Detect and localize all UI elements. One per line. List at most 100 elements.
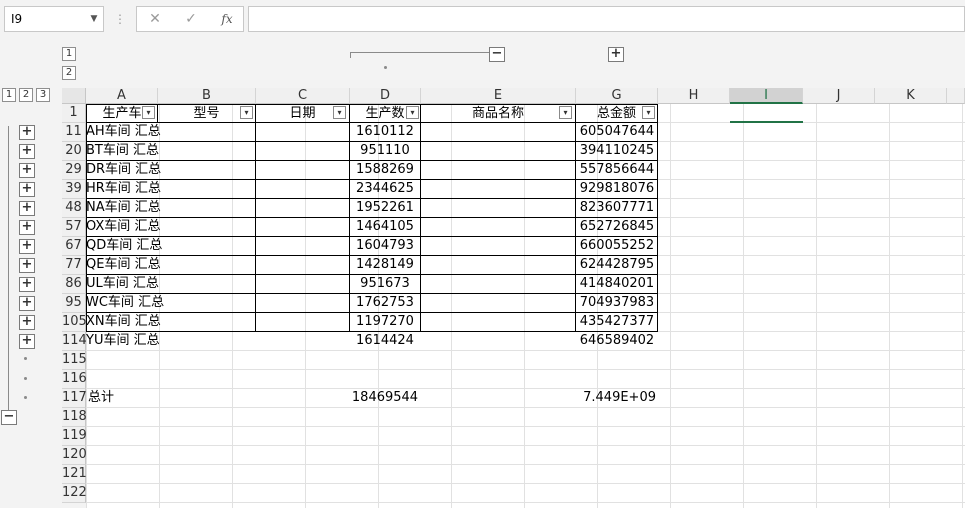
- row-header[interactable]: 67: [62, 237, 86, 256]
- enter-icon[interactable]: ✓: [179, 7, 203, 31]
- table-cell[interactable]: 1762753: [350, 294, 420, 313]
- active-cell-i9[interactable]: [730, 104, 803, 123]
- row-header[interactable]: 48: [62, 199, 86, 218]
- table-cell[interactable]: 1464105: [350, 218, 420, 237]
- table-row[interactable]: NA车间 汇总: [86, 199, 168, 218]
- row-header[interactable]: 115: [62, 351, 87, 370]
- column-header-c[interactable]: C: [256, 88, 350, 104]
- table-row[interactable]: WC车间 汇总: [86, 294, 168, 313]
- row-outline-level-1[interactable]: 1: [2, 88, 16, 102]
- column-header-b[interactable]: B: [158, 88, 256, 104]
- table-cell[interactable]: 951110: [350, 142, 420, 161]
- filter-dropdown-icon[interactable]: ▾: [240, 106, 253, 119]
- table-row[interactable]: DR车间 汇总: [86, 161, 168, 180]
- column-header-next[interactable]: [947, 88, 965, 104]
- table-cell[interactable]: 646589402: [576, 332, 658, 351]
- table-cell[interactable]: 1604793: [350, 237, 420, 256]
- row-header[interactable]: 114: [62, 332, 87, 351]
- column-outline-level-1[interactable]: 1: [62, 47, 76, 61]
- column-header-h[interactable]: H: [658, 88, 730, 104]
- filter-dropdown-icon[interactable]: ▾: [142, 106, 155, 119]
- expand-row-group-button[interactable]: +: [19, 201, 35, 216]
- grand-total-quantity[interactable]: 18469544: [350, 389, 420, 408]
- collapse-column-group-button[interactable]: −: [489, 47, 505, 62]
- row-header[interactable]: 121: [62, 465, 87, 484]
- filter-dropdown-icon[interactable]: ▾: [559, 106, 572, 119]
- grand-total-amount[interactable]: 7.449E+09: [576, 389, 656, 408]
- column-header-i[interactable]: I: [730, 88, 803, 104]
- row-header[interactable]: 57: [62, 218, 86, 237]
- expand-row-group-button[interactable]: +: [19, 296, 35, 311]
- filter-dropdown-icon[interactable]: ▾: [406, 106, 419, 119]
- chevron-down-icon[interactable]: ▼: [86, 6, 102, 32]
- row-outline-level-3[interactable]: 3: [36, 88, 50, 102]
- table-cell[interactable]: 605047644: [576, 123, 658, 142]
- expand-row-group-button[interactable]: +: [19, 144, 35, 159]
- table-row[interactable]: OX车间 汇总: [86, 218, 168, 237]
- row-header[interactable]: 122: [62, 484, 87, 503]
- table-cell[interactable]: 1197270: [350, 313, 420, 332]
- column-header-k[interactable]: K: [875, 88, 947, 104]
- column-outline-level-2[interactable]: 2: [62, 66, 76, 80]
- table-cell[interactable]: 951673: [350, 275, 420, 294]
- select-all-corner[interactable]: [62, 88, 86, 104]
- table-row[interactable]: HR车间 汇总: [86, 180, 168, 199]
- cell-e1[interactable]: 商品名称: [420, 104, 576, 123]
- grand-total-label[interactable]: 总计: [88, 389, 158, 408]
- row-header[interactable]: 1: [62, 104, 86, 123]
- row-header[interactable]: 20: [62, 142, 86, 161]
- filter-dropdown-icon[interactable]: ▾: [642, 106, 655, 119]
- row-header[interactable]: 120: [62, 446, 87, 465]
- table-cell[interactable]: 414840201: [576, 275, 658, 294]
- expand-row-group-button[interactable]: +: [19, 239, 35, 254]
- expand-row-group-button[interactable]: +: [19, 277, 35, 292]
- table-cell[interactable]: 394110245: [576, 142, 658, 161]
- table-cell[interactable]: 2344625: [350, 180, 420, 199]
- table-row[interactable]: XN车间 汇总: [86, 313, 168, 332]
- row-header[interactable]: 86: [62, 275, 86, 294]
- filter-dropdown-icon[interactable]: ▾: [333, 106, 346, 119]
- expand-row-group-button[interactable]: +: [19, 220, 35, 235]
- table-row[interactable]: UL车间 汇总: [86, 275, 168, 294]
- drag-handle-icon[interactable]: ⋮: [114, 8, 126, 30]
- expand-row-group-button[interactable]: +: [19, 334, 35, 349]
- row-header[interactable]: 119: [62, 427, 87, 446]
- column-header-e[interactable]: E: [421, 88, 576, 104]
- row-header[interactable]: 105: [62, 313, 87, 332]
- expand-row-group-button[interactable]: +: [19, 258, 35, 273]
- table-cell[interactable]: 1428149: [350, 256, 420, 275]
- column-header-d[interactable]: D: [350, 88, 421, 104]
- row-header[interactable]: 117: [62, 389, 87, 408]
- insert-function-icon[interactable]: fx: [215, 7, 239, 31]
- row-header[interactable]: 116: [62, 370, 87, 389]
- row-header[interactable]: 95: [62, 294, 86, 313]
- column-header-j[interactable]: J: [803, 88, 875, 104]
- formula-input[interactable]: [248, 6, 965, 32]
- table-row[interactable]: QD车间 汇总: [86, 237, 168, 256]
- table-cell[interactable]: 435427377: [576, 313, 658, 332]
- row-header[interactable]: 77: [62, 256, 86, 275]
- row-header[interactable]: 11: [62, 123, 86, 142]
- expand-row-group-button[interactable]: +: [19, 182, 35, 197]
- table-cell[interactable]: 1952261: [350, 199, 420, 218]
- table-cell[interactable]: 652726845: [576, 218, 658, 237]
- table-cell[interactable]: 929818076: [576, 180, 658, 199]
- table-row[interactable]: YU车间 汇总: [86, 332, 168, 351]
- column-header-a[interactable]: A: [86, 88, 158, 104]
- table-row[interactable]: BT车间 汇总: [86, 142, 168, 161]
- row-header[interactable]: 118: [62, 408, 87, 427]
- table-cell[interactable]: 660055252: [576, 237, 658, 256]
- row-header[interactable]: 39: [62, 180, 86, 199]
- expand-row-group-button[interactable]: +: [19, 163, 35, 178]
- table-row[interactable]: QE车间 汇总: [86, 256, 168, 275]
- expand-column-group-button[interactable]: +: [608, 47, 624, 62]
- expand-row-group-button[interactable]: +: [19, 315, 35, 330]
- expand-row-group-button[interactable]: +: [19, 125, 35, 140]
- table-row[interactable]: AH车间 汇总: [86, 123, 168, 142]
- table-cell[interactable]: 1610112: [350, 123, 420, 142]
- table-cell[interactable]: 557856644: [576, 161, 658, 180]
- table-cell[interactable]: 1588269: [350, 161, 420, 180]
- row-outline-level-2[interactable]: 2: [19, 88, 33, 102]
- cancel-icon[interactable]: ✕: [143, 7, 167, 31]
- collapse-row-group-button[interactable]: −: [1, 410, 17, 425]
